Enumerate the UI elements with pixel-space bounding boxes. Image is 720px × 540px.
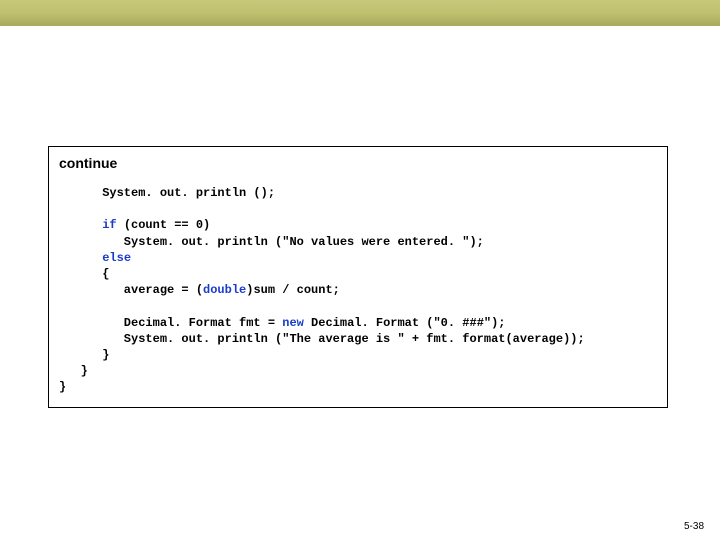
code-line: {	[59, 267, 109, 281]
top-accent-bar	[0, 0, 720, 26]
code-line: }	[59, 364, 88, 378]
keyword-else: else	[102, 251, 131, 265]
code-block: System. out. println (); if (count == 0)…	[59, 185, 657, 395]
code-line: )sum / count;	[246, 283, 340, 297]
keyword-new: new	[282, 316, 304, 330]
code-line: average = (	[59, 283, 203, 297]
code-line: }	[59, 380, 66, 394]
code-panel: continue System. out. println (); if (co…	[48, 146, 668, 408]
code-panel-title: continue	[59, 155, 657, 171]
code-line: (count == 0)	[117, 218, 211, 232]
slide-body: continue System. out. println (); if (co…	[0, 26, 720, 540]
code-line	[59, 218, 102, 232]
code-line: Decimal. Format fmt =	[59, 316, 282, 330]
code-line: System. out. println ("The average is " …	[59, 332, 585, 346]
code-line: Decimal. Format ("0. ###");	[304, 316, 506, 330]
code-line: System. out. println ();	[59, 186, 275, 200]
code-line: System. out. println ("No values were en…	[59, 235, 484, 249]
code-line: }	[59, 348, 109, 362]
keyword-if: if	[102, 218, 116, 232]
page-number: 5-38	[684, 521, 704, 532]
keyword-double: double	[203, 283, 246, 297]
code-line	[59, 251, 102, 265]
